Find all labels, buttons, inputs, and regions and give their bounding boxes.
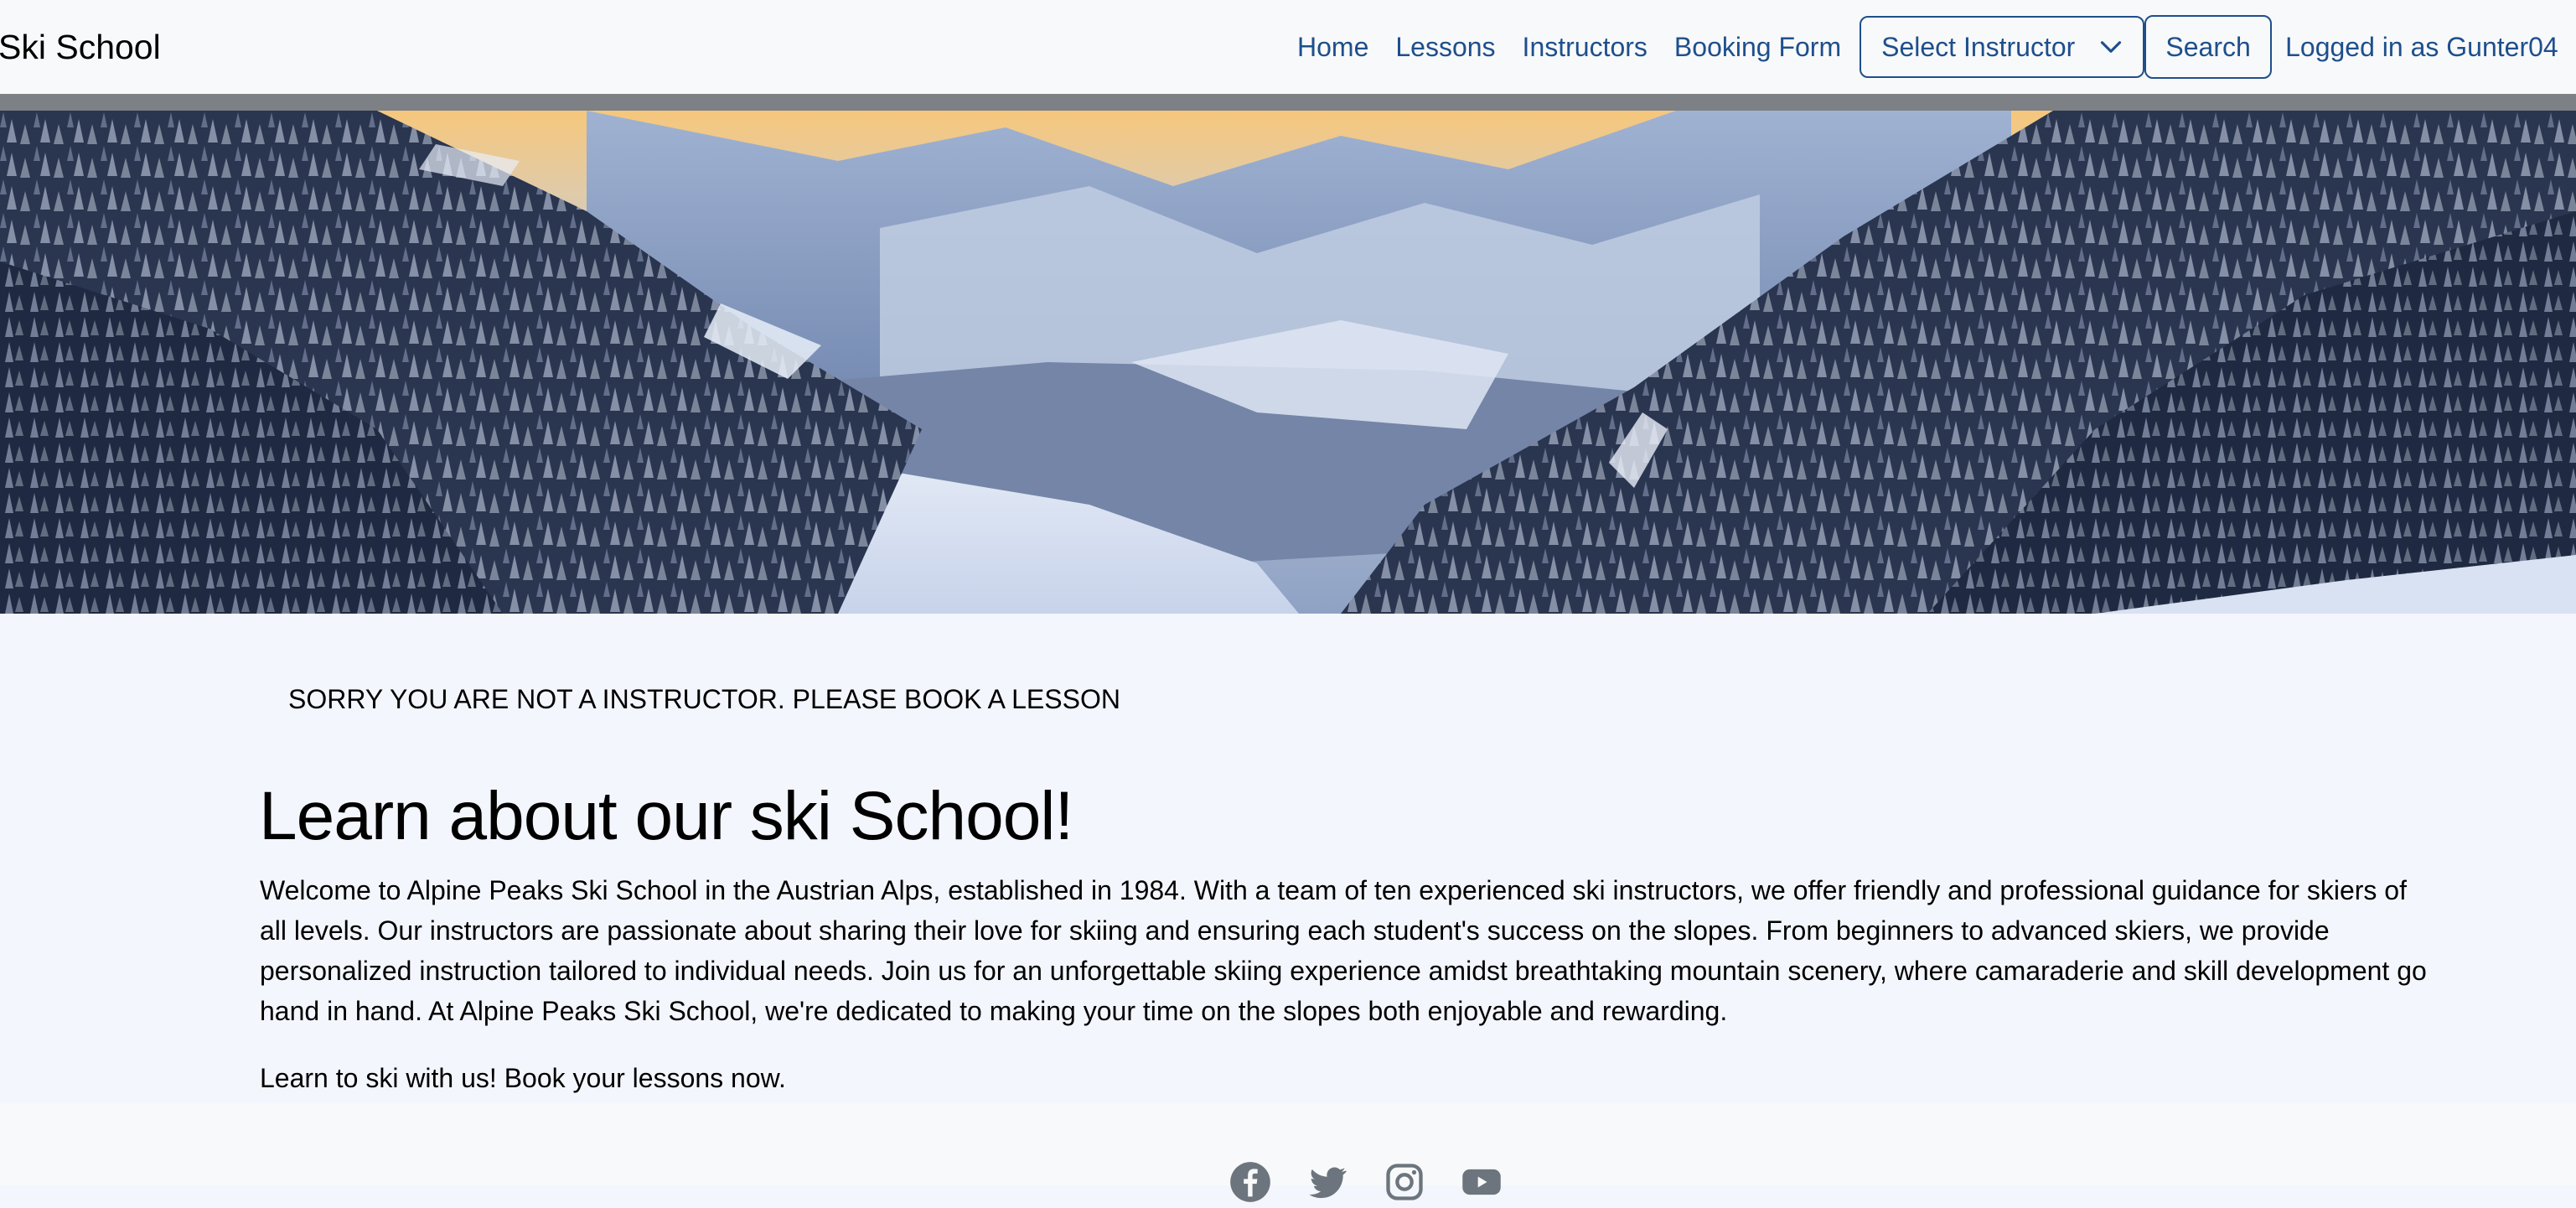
search-button[interactable]: Search <box>2144 15 2273 79</box>
nav-lessons-link[interactable]: Lessons <box>1382 13 1508 80</box>
page-heading: Learn about our ski School! <box>259 778 1073 854</box>
nav-booking-form-link[interactable]: Booking Form <box>1661 13 1854 80</box>
nav-links: Home Lessons Instructors Booking Form Se… <box>1284 13 2558 80</box>
about-paragraph: Welcome to Alpine Peaks Ski School in th… <box>260 875 2427 1026</box>
youtube-icon[interactable] <box>1460 1160 1503 1204</box>
select-instructor-dropdown[interactable]: Select Instructor <box>1860 16 2145 78</box>
chevron-down-icon <box>2101 41 2122 53</box>
select-instructor-label: Select Instructor <box>1881 31 2076 62</box>
instagram-icon[interactable] <box>1383 1160 1426 1204</box>
brand-logo-link[interactable]: Ski School <box>0 23 161 70</box>
nav-instructors-link[interactable]: Instructors <box>1509 13 1661 80</box>
access-notice: SORRY YOU ARE NOT A INSTRUCTOR. PLEASE B… <box>288 684 1120 714</box>
navbar-divider <box>0 94 2576 111</box>
footer <box>0 1103 2576 1202</box>
main-content: SORRY YOU ARE NOT A INSTRUCTOR. PLEASE B… <box>0 614 2576 1103</box>
social-links <box>1229 1160 1503 1204</box>
call-to-action-text: Learn to ski with us! Book your lessons … <box>260 1063 786 1093</box>
hero-banner-image <box>0 111 2576 614</box>
logged-in-status: Logged in as Gunter04 <box>2285 31 2558 62</box>
facebook-icon[interactable] <box>1229 1160 1272 1204</box>
twitter-icon[interactable] <box>1306 1160 1349 1204</box>
nav-home-link[interactable]: Home <box>1284 13 1382 80</box>
navbar: Ski School Home Lessons Instructors Book… <box>0 0 2576 94</box>
